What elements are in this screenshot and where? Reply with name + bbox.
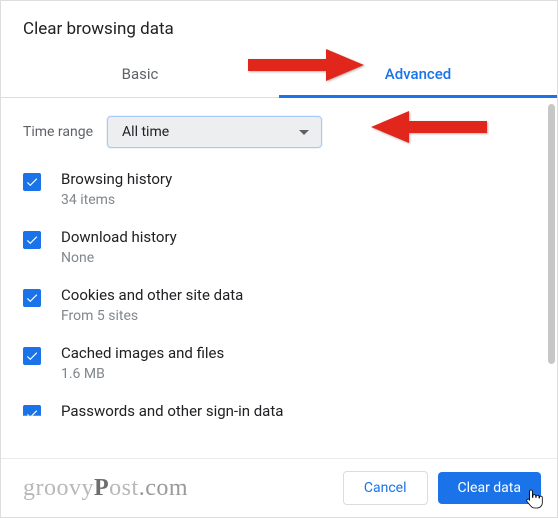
checkbox-cookies[interactable] xyxy=(23,289,41,307)
dialog-title: Clear browsing data xyxy=(1,1,557,53)
clear-data-label: Clear data xyxy=(458,480,521,496)
list-item: Download history None xyxy=(23,228,547,266)
item-label: Cached images and files xyxy=(61,344,224,362)
list-item: Cookies and other site data From 5 sites xyxy=(23,286,547,324)
clear-data-button[interactable]: Clear data xyxy=(438,472,541,504)
chevron-down-icon xyxy=(299,130,309,135)
check-icon xyxy=(25,407,39,421)
checkbox-passwords[interactable] xyxy=(23,405,41,423)
item-sub: From 5 sites xyxy=(61,308,243,324)
tab-advanced[interactable]: Advanced xyxy=(279,53,557,97)
item-sub: 1.6 MB xyxy=(61,366,224,382)
item-sub: 34 items xyxy=(61,192,172,208)
item-sub: None xyxy=(61,250,177,266)
list-item: Browsing history 34 items xyxy=(23,170,547,208)
checkbox-download-history[interactable] xyxy=(23,231,41,249)
timerange-select[interactable]: All time xyxy=(107,116,322,148)
item-label: Cookies and other site data xyxy=(61,286,243,304)
checkbox-browsing-history[interactable] xyxy=(23,173,41,191)
cancel-button[interactable]: Cancel xyxy=(343,471,428,505)
checkbox-cached-images[interactable] xyxy=(23,347,41,365)
timerange-row: Time range All time xyxy=(23,116,547,148)
list-item: Passwords and other sign-in data xyxy=(23,402,547,424)
item-label: Passwords and other sign-in data xyxy=(61,402,283,420)
item-label: Browsing history xyxy=(61,170,172,188)
watermark: groovyPost.com xyxy=(23,475,188,502)
tabs: Basic Advanced xyxy=(1,53,557,98)
tab-basic[interactable]: Basic xyxy=(1,53,279,97)
list-item: Cached images and files 1.6 MB xyxy=(23,344,547,382)
check-icon xyxy=(25,291,39,305)
check-icon xyxy=(25,175,39,189)
footer: groovyPost.com Cancel Clear data xyxy=(1,458,557,517)
item-label: Download history xyxy=(61,228,177,246)
timerange-label: Time range xyxy=(23,124,93,140)
pointer-cursor-icon xyxy=(525,488,545,510)
check-icon xyxy=(25,233,39,247)
scrollbar[interactable] xyxy=(548,104,555,364)
check-icon xyxy=(25,349,39,363)
timerange-value: All time xyxy=(122,124,169,140)
dialog-content: Time range All time Browsing history 34 … xyxy=(1,98,557,428)
